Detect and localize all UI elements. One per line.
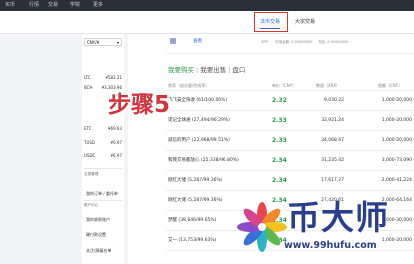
unit-price: 2.34	[272, 177, 287, 184]
coin-price: ¥69.63	[108, 126, 122, 131]
merchant-name[interactable]: 刚红大储 (5,287/99.36%)	[168, 198, 223, 204]
sidebar-item-payment-settings[interactable]: 硬付款设置	[86, 232, 106, 238]
limit: 2,000-41,224	[381, 178, 412, 183]
limit: 3,000-73,090	[381, 158, 412, 163]
watermark-text: 币大师	[287, 198, 389, 237]
coin-symbol: TUSD	[84, 140, 95, 145]
unit-price: 2.32	[272, 97, 287, 104]
tab-buy[interactable]: 我要购买	[168, 66, 194, 74]
unit-price: 2.34	[272, 157, 287, 164]
coin-symbol: LTC	[84, 75, 91, 80]
quantity: 17,617.27	[321, 178, 344, 183]
column-header-limit: 限额（CNY）	[378, 83, 403, 88]
coin-row[interactable]: ETC ¥69.63	[84, 125, 122, 132]
limit: 1,000-20,000	[381, 118, 412, 123]
limit: 1,000-20,000	[381, 98, 412, 103]
nav-item-academy[interactable]: 学院	[70, 1, 80, 10]
merchant-name[interactable]: 诚信的用户 (22,968/99.51%)	[168, 138, 230, 144]
balance-frozen: 冻结: 0.00000000	[318, 40, 349, 44]
balance-available: 可用余额: 0.00000000	[275, 40, 313, 44]
nav-item-more[interactable]: 更多	[93, 1, 103, 10]
active-tab-underline	[260, 28, 280, 29]
currency-select[interactable]: CNY/¥ ▾	[84, 38, 122, 46]
coin-symbol: ETC	[84, 126, 92, 131]
merchant-name[interactable]: 刚红大储 (5,287/99.36%)	[168, 178, 223, 184]
tab-separator: |	[196, 66, 199, 74]
highlight-box	[254, 12, 288, 32]
step-annotation: 步骤5	[108, 92, 171, 118]
coin-row[interactable]: TUSD ¥6.97	[84, 139, 122, 146]
watermark-url: www.99hufu.com	[284, 240, 377, 251]
merchant-name[interactable]: 诺记全球通 (27,494/96.29%)	[168, 118, 230, 124]
sub-navbar: 法币交易 大宗交易	[0, 11, 414, 34]
coin-symbol: USDC	[84, 153, 96, 158]
nav-item-market[interactable]: 行情	[29, 1, 39, 10]
quantity: 32,921.24	[321, 118, 344, 123]
unit-price: 2.33	[272, 117, 287, 124]
balance-currency: XRP	[261, 40, 268, 44]
nav-item-buy[interactable]: 买币	[5, 1, 15, 10]
table-row[interactable]: 诚信的用户 (22,968/99.51%) 2.33 34,068.67 1,0…	[166, 131, 414, 151]
user-view-link[interactable]: 查看	[193, 38, 202, 45]
coin-row[interactable]: USDC ¥6.97	[84, 152, 122, 159]
chevron-down-icon: ▾	[116, 40, 119, 45]
tab-sell[interactable]: 我要出售	[200, 66, 226, 74]
quantity: 34,068.67	[321, 138, 344, 143]
currency-value: CNY/¥	[87, 40, 100, 45]
section-title-orders: 交易管理	[84, 172, 99, 176]
coin-price: ¥3,303.96	[101, 85, 122, 90]
sidebar-item-payment-accounts[interactable]: 我的收款账户	[86, 217, 110, 223]
section-title-account: 账户中心	[84, 203, 99, 207]
trade-tabs: 我要购买 | 我要出售 | 盘口	[168, 66, 245, 75]
flower-logo-icon	[237, 202, 287, 252]
tab-orderbook[interactable]: 盘口	[232, 66, 245, 74]
coin-row[interactable]: LTC ¥582.21	[84, 74, 122, 81]
column-header-quantity: 数量（XRP）	[316, 83, 340, 88]
avatar	[170, 38, 176, 44]
sidebar: CNY/¥ ▾ LTC ¥582.21 BCH ¥3,303.96 ETC ¥6…	[82, 34, 124, 264]
sidebar-item-follow-block[interactable]: 关注/屏蔽名单	[86, 248, 111, 254]
quantity: 31,235.42	[321, 158, 344, 163]
coin-price: ¥6.97	[110, 153, 122, 158]
table-row[interactable]: 飞飞安全快收 (61/100.00%) 2.32 9,030.22 1,000-…	[166, 91, 414, 111]
divider	[84, 168, 122, 169]
sidebar-item-orders[interactable]: 我的订单 / 委托单	[86, 191, 118, 197]
nav-item-trade[interactable]: 交易	[48, 1, 58, 10]
table-row[interactable]: 和我交易都放心 (25,338/96.80%) 2.34 31,235.42 3…	[166, 151, 414, 171]
column-header-price: 单价（CNY）	[272, 83, 297, 88]
merchant-name[interactable]: 飞飞安全快收 (61/100.00%)	[168, 98, 227, 104]
tab-separator: |	[228, 66, 231, 74]
coin-price: ¥6.97	[110, 140, 122, 145]
coin-row[interactable]: BCH ¥3,303.96	[84, 84, 122, 91]
coin-price: ¥582.21	[105, 75, 122, 80]
column-header-merchant: 商家（成交量/完成率）	[168, 83, 210, 88]
divider	[166, 53, 414, 54]
limit: 1,000-20,000	[381, 138, 412, 143]
watermark-logo: 币大师 www.99hufu.com	[232, 196, 414, 264]
divider	[84, 200, 122, 201]
merchant-name[interactable]: 和我交易都放心 (25,338/96.80%)	[168, 158, 239, 164]
top-navbar: 买币 行情 交易 学院 更多	[0, 0, 414, 11]
coin-symbol: BCH	[84, 85, 93, 90]
table-row[interactable]: 诺记全球通 (27,494/96.29%) 2.33 32,921.24 1,0…	[166, 111, 414, 131]
merchant-name[interactable]: 艾一 (13,753/99.63%)	[168, 238, 216, 244]
tab-block-trade[interactable]: 大宗交易	[295, 17, 315, 27]
unit-price: 2.33	[272, 137, 287, 144]
merchant-name[interactable]: 梦醒 (38,646/99.05%)	[168, 218, 216, 224]
quantity: 9,030.22	[323, 98, 344, 103]
table-row[interactable]: 刚红大储 (5,287/99.36%) 2.34 17,617.27 2,000…	[166, 171, 414, 191]
